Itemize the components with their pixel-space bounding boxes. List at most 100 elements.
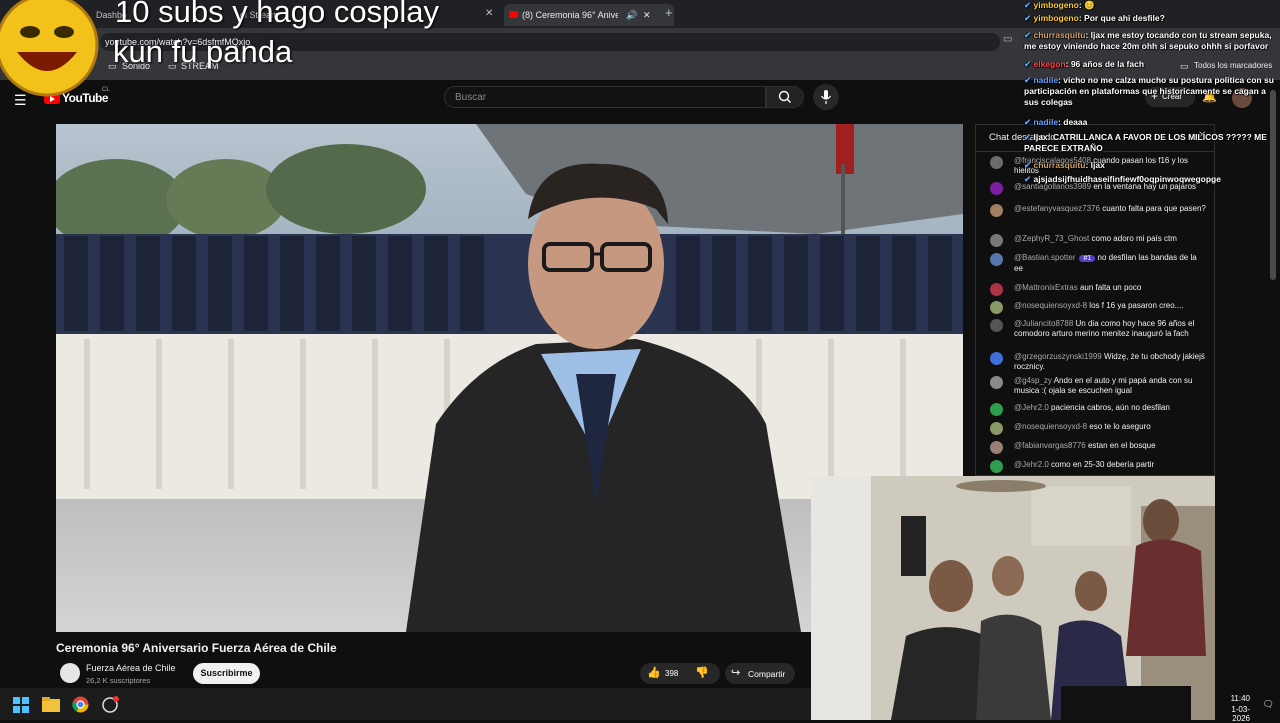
chat-author[interactable]: @g4sp_zy bbox=[1014, 376, 1052, 385]
chat-avatar[interactable] bbox=[990, 441, 1003, 454]
windows-start-icon[interactable] bbox=[13, 697, 29, 713]
chat-avatar[interactable] bbox=[990, 403, 1003, 416]
chat-message-body: @grzegorzuszynski1999 Widzę, że tu obcho… bbox=[1014, 352, 1206, 372]
like-dislike-group: 👍 398 👎 bbox=[640, 663, 720, 684]
chat-avatar[interactable] bbox=[990, 283, 1003, 296]
chat-author[interactable]: @Bastian.spotter bbox=[1014, 253, 1075, 262]
chat-text: los f 16 ya pasaron creo.... bbox=[1089, 301, 1184, 310]
chat-text: como adoro mi país ctm bbox=[1091, 234, 1177, 243]
stream-chat-line: ✔ elkegon: 96 años de la fach bbox=[1024, 59, 1276, 70]
chat-avatar[interactable] bbox=[990, 376, 1003, 389]
search-input[interactable]: Buscar bbox=[444, 86, 766, 108]
system-clock[interactable]: 11:40 1-03-2026 🗨 bbox=[1220, 690, 1278, 723]
stream-chat-author: elkegon bbox=[1033, 59, 1066, 69]
chrome-icon[interactable] bbox=[72, 696, 89, 713]
search-button[interactable] bbox=[766, 86, 804, 108]
chat-author[interactable]: @Juliancito8788 bbox=[1014, 319, 1073, 328]
chat-author[interactable]: @nosequiensoyxd-8 bbox=[1014, 422, 1087, 431]
stream-chat-author: yimbogeno bbox=[1033, 13, 1079, 23]
chat-message: @fabianvargas8776 estan en el bosque bbox=[986, 441, 1206, 454]
chat-avatar[interactable] bbox=[990, 352, 1003, 365]
channel-avatar[interactable] bbox=[60, 663, 80, 683]
chat-avatar[interactable] bbox=[990, 156, 1003, 169]
chat-author[interactable]: @ZephyR_73_Ghost bbox=[1014, 234, 1089, 243]
stream-chat-text: 😊 bbox=[1084, 0, 1095, 10]
stream-chat-line: ✔ nadile: vicho no me calza mucho su pos… bbox=[1024, 75, 1276, 108]
chat-message: @Jehr2.0 paciencia cabros, aún no desfil… bbox=[986, 403, 1206, 416]
chat-avatar[interactable] bbox=[990, 301, 1003, 314]
chat-message: @MattronixExtras aun falta un poco bbox=[986, 283, 1206, 296]
dislike-icon[interactable]: 👎 bbox=[695, 666, 709, 679]
obs-icon[interactable] bbox=[101, 696, 119, 714]
overlay-goal-subtext: kun fu panda bbox=[113, 34, 293, 69]
chat-message-body: @nosequiensoyxd-8 los f 16 ya pasaron cr… bbox=[1014, 301, 1206, 311]
channel-name[interactable]: Fuerza Aérea de Chile bbox=[86, 663, 176, 673]
stream-chat-text: CATRILLANCA A FAVOR DE LOS MILICOS ?????… bbox=[1024, 132, 1267, 153]
new-tab-icon[interactable]: + bbox=[665, 5, 673, 20]
member-badge: #1 bbox=[1079, 255, 1096, 262]
stream-chat-text: deaaa bbox=[1063, 117, 1088, 127]
chat-message-body: @ZephyR_73_Ghost como adoro mi país ctm bbox=[1014, 234, 1206, 244]
chat-avatar[interactable] bbox=[990, 204, 1003, 217]
channel-subscribers: 26,2 K suscriptores bbox=[86, 676, 151, 685]
chat-message: @Jehr2.0 como en 25-30 debería partir bbox=[986, 460, 1206, 473]
search-icon bbox=[778, 90, 791, 103]
overlay-goal-text: 10 subs y hago cosplay bbox=[115, 0, 439, 29]
chat-text: estan en el bosque bbox=[1087, 441, 1156, 450]
chat-author[interactable]: @nosequiensoyxd-8 bbox=[1014, 301, 1087, 310]
voice-search-button[interactable] bbox=[813, 84, 839, 110]
stream-chat-line: ✔ ajsjadsijfhuidhaseifinfiewf0oqpinwoqwe… bbox=[1024, 174, 1276, 185]
chat-author[interactable]: @fabianvargas8776 bbox=[1014, 441, 1086, 450]
chat-author[interactable]: @grzegorzuszynski1999 bbox=[1014, 352, 1102, 361]
subscribe-button[interactable]: Suscribirme bbox=[193, 663, 260, 684]
taskbar bbox=[0, 688, 811, 720]
chat-message: @ZephyR_73_Ghost como adoro mi país ctm bbox=[986, 234, 1206, 247]
chat-text: eso te lo aseguro bbox=[1089, 422, 1151, 431]
chat-avatar[interactable] bbox=[990, 253, 1003, 266]
chat-author[interactable]: @MattronixExtras bbox=[1014, 283, 1078, 292]
chat-message: @nosequiensoyxd-8 eso te lo aseguro bbox=[986, 422, 1206, 435]
video-title: Ceremonia 96° Aniversario Fuerza Aérea d… bbox=[56, 641, 337, 655]
stream-chat-text: ajsjadsijfhuidhaseifinfiewf0oqpinwoqwego… bbox=[1033, 174, 1221, 184]
tab-youtube-active[interactable]: (8) Ceremonia 96° Aniversari 🔊 ✕ bbox=[504, 4, 674, 26]
chat-message-body: @fabianvargas8776 estan en el bosque bbox=[1014, 441, 1206, 451]
chat-author[interactable]: @estefanyvasquez7376 bbox=[1014, 204, 1100, 213]
cast-icon[interactable]: ▭ bbox=[1003, 34, 1012, 45]
chat-author[interactable]: @Jehr2.0 bbox=[1014, 403, 1049, 412]
clock-time: 11:40 bbox=[1230, 694, 1250, 703]
close-icon[interactable]: ✕ bbox=[485, 8, 493, 19]
file-explorer-icon[interactable] bbox=[42, 697, 60, 712]
chat-message-body: @Juliancito8788 Un dia como hoy hace 96 … bbox=[1014, 319, 1206, 339]
like-icon[interactable]: 👍 bbox=[647, 666, 661, 679]
chat-message-body: @g4sp_zy Ando en el auto y mi papá anda … bbox=[1014, 376, 1206, 396]
chat-message: @nosequiensoyxd-8 los f 16 ya pasaron cr… bbox=[986, 301, 1206, 314]
chat-message-body: @MattronixExtras aun falta un poco bbox=[1014, 283, 1206, 293]
stream-chat-line: ✔ ljax: CATRILLANCA A FAVOR DE LOS MILIC… bbox=[1024, 132, 1276, 154]
chat-avatar[interactable] bbox=[990, 460, 1003, 473]
chat-avatar[interactable] bbox=[990, 182, 1003, 195]
close-icon[interactable]: ✕ bbox=[643, 4, 651, 26]
chat-author[interactable]: @Jehr2.0 bbox=[1014, 460, 1049, 469]
laughing-emoji-icon bbox=[0, 0, 99, 97]
youtube-favicon-icon bbox=[509, 11, 518, 18]
stream-chat-text: ljax bbox=[1090, 160, 1105, 170]
stream-chat-overlay: ✔ yimbogeno: 😊 ✔ yimbogeno: Por que ahi d… bbox=[1024, 0, 1280, 200]
chat-avatar[interactable] bbox=[990, 234, 1003, 247]
share-button[interactable]: ↪ Compartir bbox=[725, 663, 795, 684]
country-code: CL bbox=[102, 87, 110, 93]
notification-icon[interactable]: 🗨 bbox=[1263, 699, 1274, 710]
webcam-feed bbox=[811, 476, 1215, 720]
chat-message-body: @estefanyvasquez7376 cuanto falta para q… bbox=[1014, 204, 1206, 214]
stream-chat-line: ✔ churrasquitu: ljax me estoy tocando co… bbox=[1024, 30, 1276, 52]
chat-message: @estefanyvasquez7376 cuanto falta para q… bbox=[986, 204, 1206, 217]
chat-text: paciencia cabros, aún no desfilan bbox=[1051, 403, 1170, 412]
chat-message: @g4sp_zy Ando en el auto y mi papá anda … bbox=[986, 376, 1206, 396]
speaker-icon[interactable]: 🔊 bbox=[626, 4, 637, 26]
stream-chat-author: nadile bbox=[1033, 117, 1059, 127]
chat-avatar[interactable] bbox=[990, 319, 1003, 332]
stream-chat-text: 96 años de la fach bbox=[1070, 59, 1145, 69]
stream-chat-line: ✔ churrasquitu: ljax bbox=[1024, 160, 1276, 171]
chat-message: @Juliancito8788 Un dia como hoy hace 96 … bbox=[986, 319, 1206, 339]
chat-avatar[interactable] bbox=[990, 422, 1003, 435]
chat-text: aun falta un poco bbox=[1079, 283, 1142, 292]
